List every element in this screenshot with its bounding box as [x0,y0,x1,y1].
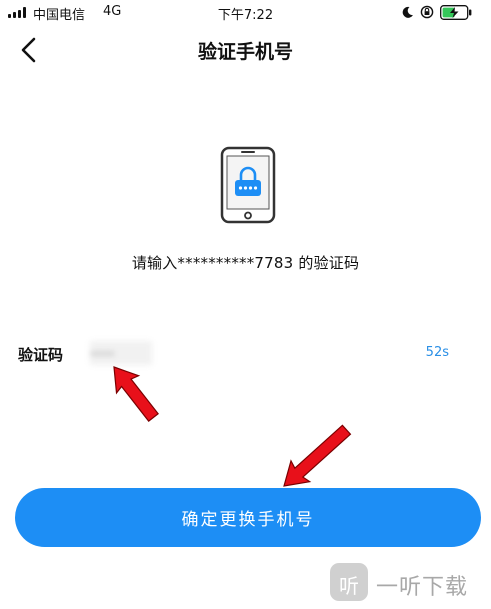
status-bar: 中国电信 4G 下午7:22 [0,0,491,24]
watermark-logo-glyph: 听 [339,574,359,598]
page-title: 验证手机号 [197,41,293,63]
watermark: 听 一听下载 [330,563,485,603]
confirm-change-phone-button[interactable]: 确定更换手机号 [15,488,481,547]
code-label: 验证码 [18,346,64,364]
battery-charging-icon [440,5,472,20]
phone-lock-icon [220,146,276,224]
status-icons [401,5,481,20]
verification-code-row: 验证码 52s [0,338,491,370]
resend-countdown: 52s [425,345,449,360]
verification-prompt: 请输入**********7783 的验证码 [131,254,360,272]
moon-icon [402,6,413,18]
watermark-logo: 听 [330,563,368,601]
rotation-lock-icon [420,5,434,19]
nav-bar: 验证手机号 [0,24,491,76]
annotation-arrow-icon [113,366,159,422]
watermark-text: 一听下载 [376,575,469,600]
